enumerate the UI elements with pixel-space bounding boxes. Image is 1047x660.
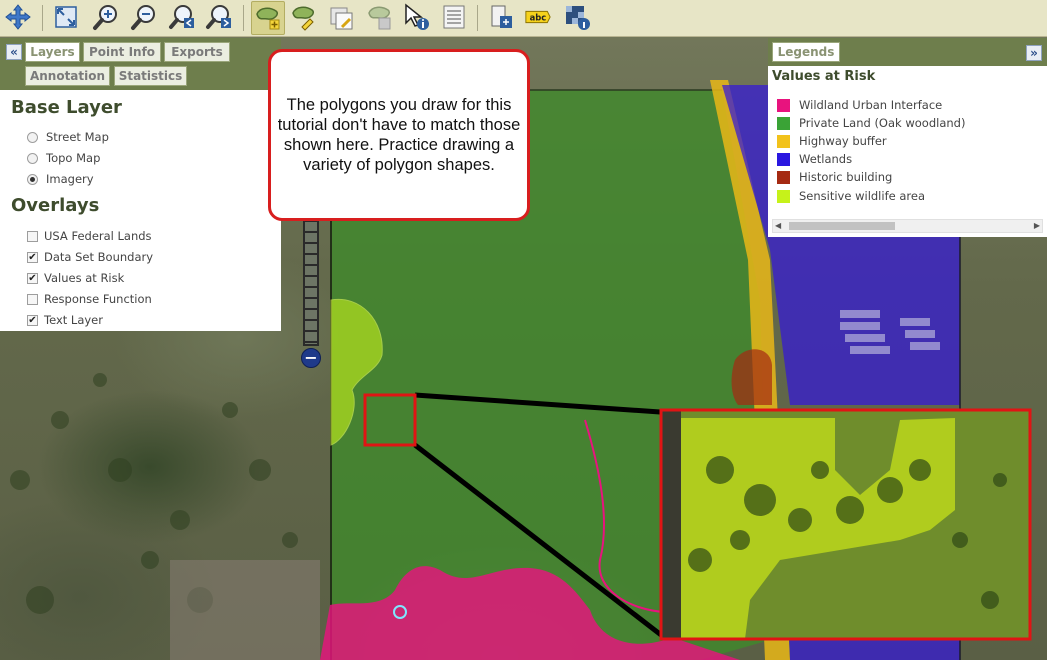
- zoom-previous-icon[interactable]: [168, 3, 196, 31]
- legend-item-wildland-urban-interface: Wildland Urban Interface: [777, 98, 942, 112]
- base-layer-option-street-map[interactable]: Street Map: [27, 130, 109, 144]
- legend-item-historic-building: Historic building: [777, 170, 892, 184]
- legend-swatch: [777, 98, 790, 112]
- option-label: Response Function: [44, 292, 152, 306]
- legend-item-sensitive-wildlife-area: Sensitive wildlife area: [777, 189, 925, 203]
- radio-button[interactable]: [27, 152, 38, 164]
- clear-selection-icon[interactable]: [328, 3, 356, 31]
- legend-tab-bar: Legends »: [768, 38, 1047, 66]
- callout-text: The polygons you draw for this tutorial …: [277, 96, 521, 174]
- radio-button-selected[interactable]: [27, 173, 38, 185]
- option-label: Topo Map: [46, 151, 101, 165]
- checkbox-checked[interactable]: ✔: [27, 251, 38, 263]
- legend-item-highway-buffer: Highway buffer: [777, 134, 887, 148]
- base-layer-option-imagery[interactable]: Imagery: [27, 172, 94, 186]
- zoom-out-icon[interactable]: [130, 3, 158, 31]
- collapse-panel-button[interactable]: «: [6, 44, 22, 60]
- option-label: Text Layer: [44, 313, 103, 327]
- detail-inset-edge: [661, 410, 681, 639]
- tab-point-info[interactable]: Point Info: [83, 42, 161, 62]
- tab-annotation[interactable]: Annotation: [25, 66, 110, 86]
- expand-legend-button[interactable]: »: [1026, 45, 1042, 61]
- legend-swatch: [777, 134, 790, 148]
- legend-item-wetlands: Wetlands: [777, 152, 852, 166]
- map-toolbar: abc: [0, 0, 1047, 37]
- zoom-in-icon[interactable]: [92, 3, 120, 31]
- historic-building-polygon: [731, 349, 772, 405]
- label-icon[interactable]: abc: [524, 3, 552, 31]
- overlay-data-set-boundary[interactable]: ✔ Data Set Boundary: [27, 250, 153, 264]
- base-layer-option-topo-map[interactable]: Topo Map: [27, 151, 100, 165]
- checkbox-checked[interactable]: ✔: [27, 272, 38, 284]
- urban-area: [170, 560, 320, 660]
- legend-label: Wildland Urban Interface: [799, 98, 943, 112]
- zoom-slider[interactable]: −: [300, 218, 322, 368]
- label-icon-text: abc: [530, 12, 547, 22]
- option-label: Values at Risk: [44, 271, 125, 285]
- overlay-text-layer[interactable]: ✔ Text Layer: [27, 313, 103, 327]
- tab-legends[interactable]: Legends: [772, 42, 840, 62]
- checkbox-checked[interactable]: ✔: [27, 314, 38, 326]
- panel-tab-bar: « Layers Point Info Exports Annotation S…: [0, 38, 281, 90]
- delete-polygon-icon[interactable]: [366, 3, 394, 31]
- overlay-usa-federal-lands[interactable]: USA Federal Lands: [27, 229, 152, 243]
- legend-label: Sensitive wildlife area: [799, 189, 926, 203]
- legend-label: Highway buffer: [799, 134, 887, 148]
- option-label: Imagery: [46, 172, 94, 186]
- legend-swatch: [777, 189, 790, 203]
- layers-panel: « Layers Point Info Exports Annotation S…: [0, 38, 281, 331]
- draw-polygon-icon[interactable]: [251, 1, 285, 35]
- full-extent-icon[interactable]: [52, 3, 80, 31]
- tutorial-callout: The polygons you draw for this tutorial …: [268, 49, 530, 221]
- legend-horizontal-scrollbar[interactable]: ◀ ▶: [772, 219, 1043, 233]
- toolbar-separator: [243, 5, 244, 31]
- legend-label: Wetlands: [799, 152, 853, 166]
- toolbar-separator: [477, 5, 478, 31]
- legend-swatch: [777, 170, 790, 184]
- radio-button[interactable]: [27, 131, 38, 143]
- tab-statistics[interactable]: Statistics: [114, 66, 187, 86]
- zoom-next-icon[interactable]: [205, 3, 233, 31]
- zoom-slider-track[interactable]: [303, 218, 319, 346]
- base-layer-heading: Base Layer: [11, 97, 122, 118]
- option-label: Data Set Boundary: [44, 250, 154, 264]
- pan-icon[interactable]: [4, 3, 32, 31]
- legend-label: Historic building: [799, 170, 893, 184]
- edit-polygon-icon[interactable]: [290, 3, 318, 31]
- attribute-table-icon[interactable]: [440, 3, 468, 31]
- tab-layers[interactable]: Layers: [25, 42, 80, 62]
- legend-swatch: [777, 152, 790, 166]
- option-label: Street Map: [46, 130, 109, 144]
- checkbox[interactable]: [27, 230, 38, 242]
- toolbar-separator: [42, 5, 43, 31]
- tab-exports[interactable]: Exports: [164, 42, 230, 62]
- scrollbar-thumb[interactable]: [789, 222, 895, 230]
- identify-icon[interactable]: [402, 3, 430, 31]
- scroll-left-arrow[interactable]: ◀: [775, 221, 781, 230]
- overlays-heading: Overlays: [11, 195, 100, 216]
- legend-title: Values at Risk: [772, 69, 876, 84]
- legend-label: Private Land (Oak woodland): [799, 116, 966, 130]
- legend-panel: Legends » Values at Risk Wildland Urban …: [768, 38, 1047, 237]
- overlay-values-at-risk[interactable]: ✔ Values at Risk: [27, 271, 124, 285]
- checkbox[interactable]: [27, 293, 38, 305]
- scroll-right-arrow[interactable]: ▶: [1034, 221, 1040, 230]
- legend-item-private-land: Private Land (Oak woodland): [777, 116, 965, 130]
- overview-icon[interactable]: [563, 3, 591, 31]
- zoom-out-button[interactable]: −: [301, 348, 321, 368]
- legend-swatch: [777, 116, 790, 130]
- option-label: USA Federal Lands: [44, 229, 152, 243]
- overlay-response-function[interactable]: Response Function: [27, 292, 152, 306]
- print-icon[interactable]: [487, 3, 515, 31]
